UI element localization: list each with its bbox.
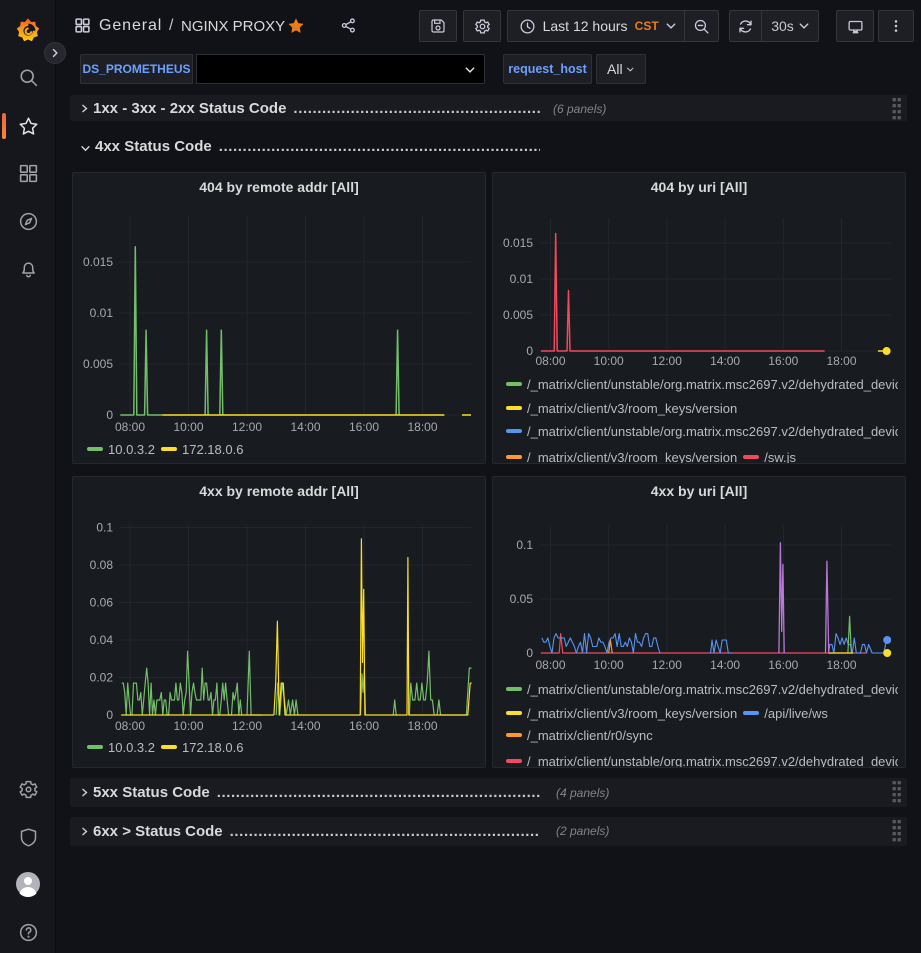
svg-text:0.01: 0.01 — [90, 306, 114, 320]
svg-text:18:00: 18:00 — [407, 719, 437, 733]
svg-text:0.1: 0.1 — [96, 521, 113, 535]
svg-text:12:00: 12:00 — [232, 719, 262, 733]
svg-text:12:00: 12:00 — [232, 420, 262, 434]
svg-text:0.08: 0.08 — [90, 558, 114, 572]
svg-text:0: 0 — [526, 646, 533, 660]
svg-text:0: 0 — [106, 408, 113, 422]
svg-text:16:00: 16:00 — [768, 658, 798, 672]
svg-text:0.04: 0.04 — [90, 633, 114, 647]
svg-text:18:00: 18:00 — [826, 354, 856, 368]
svg-text:16:00: 16:00 — [349, 420, 379, 434]
svg-text:12:00: 12:00 — [652, 658, 682, 672]
svg-text:0.06: 0.06 — [90, 596, 114, 610]
svg-text:0.005: 0.005 — [83, 357, 113, 371]
svg-text:0.1: 0.1 — [516, 538, 533, 552]
svg-text:0.01: 0.01 — [510, 272, 534, 286]
svg-text:08:00: 08:00 — [535, 354, 565, 368]
svg-text:10:00: 10:00 — [594, 658, 624, 672]
svg-text:12:00: 12:00 — [652, 354, 682, 368]
svg-text:0: 0 — [106, 708, 113, 722]
svg-text:14:00: 14:00 — [290, 719, 320, 733]
svg-text:10:00: 10:00 — [173, 420, 203, 434]
svg-text:18:00: 18:00 — [407, 420, 437, 434]
svg-text:10:00: 10:00 — [173, 719, 203, 733]
svg-text:08:00: 08:00 — [115, 719, 145, 733]
svg-text:0: 0 — [526, 344, 533, 358]
svg-text:16:00: 16:00 — [349, 719, 379, 733]
svg-text:14:00: 14:00 — [290, 420, 320, 434]
svg-text:14:00: 14:00 — [710, 658, 740, 672]
svg-text:0.05: 0.05 — [510, 592, 534, 606]
svg-text:16:00: 16:00 — [768, 354, 798, 368]
svg-text:0.02: 0.02 — [90, 671, 114, 685]
svg-text:08:00: 08:00 — [115, 420, 145, 434]
svg-text:0.015: 0.015 — [503, 236, 533, 250]
svg-text:0.005: 0.005 — [503, 308, 533, 322]
svg-text:10:00: 10:00 — [594, 354, 624, 368]
svg-text:08:00: 08:00 — [535, 658, 565, 672]
svg-text:18:00: 18:00 — [826, 658, 856, 672]
svg-text:0.015: 0.015 — [83, 255, 113, 269]
svg-text:14:00: 14:00 — [710, 354, 740, 368]
